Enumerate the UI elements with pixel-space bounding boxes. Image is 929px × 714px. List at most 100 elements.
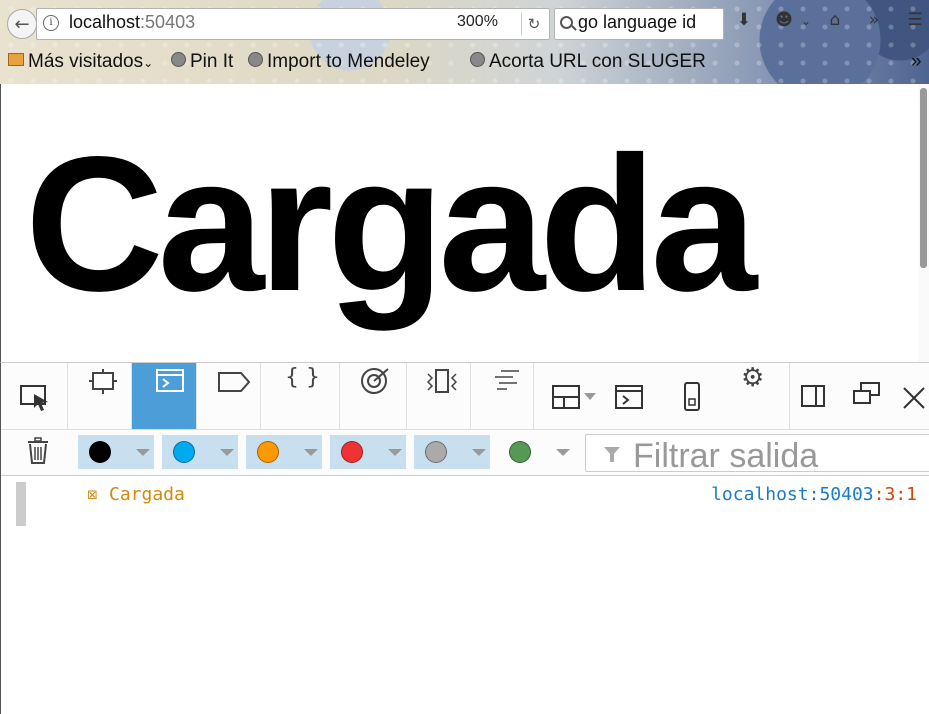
bookmarks-bar: Más visitados⌄ Pin It Import to Mendeley… xyxy=(0,48,929,78)
console-filter-bar: Filtrar salida xyxy=(1,430,929,476)
filter-css-toggle[interactable] xyxy=(498,435,574,469)
warning-icon: ⊠ xyxy=(87,488,98,503)
tab-style-editor[interactable]: { } xyxy=(261,363,340,429)
info-icon[interactable]: i xyxy=(43,15,59,31)
filter-info-toggle[interactable] xyxy=(246,435,322,469)
bookmark-label: Acorta URL con SLUGER xyxy=(489,51,706,72)
scroll-thumb[interactable] xyxy=(920,88,927,268)
chevron-down-icon xyxy=(136,449,150,456)
search-icon xyxy=(560,16,573,29)
tab-console[interactable] xyxy=(132,363,197,429)
braces-icon: { } xyxy=(285,365,320,390)
chevron-down-icon: ⌄ xyxy=(143,56,154,70)
tab-debugger[interactable] xyxy=(197,363,261,429)
responsive-icon xyxy=(684,382,700,411)
filter-errors-toggle[interactable] xyxy=(78,435,154,469)
memory-icon xyxy=(427,369,457,393)
overflow-icon[interactable]: » xyxy=(862,10,886,30)
page-heading: Cargada xyxy=(25,116,757,331)
filter-output-input[interactable]: Filtrar salida xyxy=(585,434,929,475)
element-picker-button[interactable] xyxy=(1,363,68,429)
level-dot xyxy=(257,441,279,463)
filter-logs-toggle[interactable] xyxy=(330,435,406,469)
bookmark-import-to-mendeley[interactable]: Import to Mendeley xyxy=(248,51,430,73)
folder-icon xyxy=(8,53,24,66)
globe-icon xyxy=(171,52,186,67)
page-scrollbar[interactable] xyxy=(918,84,929,362)
performance-icon xyxy=(361,368,389,394)
devtools-panel: { } ⚙ Filtrar salida ⊠ Cargada localhost… xyxy=(0,362,929,714)
bookmark-label: Pin It xyxy=(190,51,234,72)
filter-debug-toggle[interactable] xyxy=(414,435,490,469)
element-picker-icon xyxy=(20,385,48,411)
tab-memory[interactable] xyxy=(407,363,471,429)
download-icon[interactable]: ⬇ xyxy=(732,10,756,30)
menu-icon[interactable]: ☰ xyxy=(903,10,927,30)
level-dot xyxy=(509,441,531,463)
globe-icon xyxy=(470,52,485,67)
bookmark-mas-visitados[interactable]: Más visitados⌄ xyxy=(8,51,153,73)
filter-placeholder: Filtrar salida xyxy=(633,437,819,475)
console-icon xyxy=(156,369,184,392)
tab-performance[interactable] xyxy=(340,363,407,429)
close-icon xyxy=(903,387,925,409)
split-console-button[interactable] xyxy=(607,363,669,429)
search-bar[interactable]: go language id xyxy=(554,8,724,40)
message-text: Cargada xyxy=(109,484,185,505)
search-text[interactable]: go language id xyxy=(578,12,696,33)
back-button[interactable]: ← xyxy=(7,9,37,39)
trash-icon[interactable] xyxy=(27,437,51,465)
split-console-icon xyxy=(615,385,643,409)
url-port: :50403 xyxy=(140,12,196,32)
source-position: :3:1 xyxy=(873,484,917,505)
zoom-level[interactable]: 300% xyxy=(457,13,498,31)
home-icon[interactable]: ⌂ xyxy=(823,10,847,30)
filter-icon xyxy=(604,447,620,462)
dock-side-icon xyxy=(801,385,825,407)
level-dot xyxy=(425,441,447,463)
dock-side-button[interactable] xyxy=(796,363,834,429)
globe-icon xyxy=(248,52,263,67)
separate-window-icon xyxy=(853,382,880,404)
layout-toggle-button[interactable] xyxy=(534,363,606,429)
tab-inspector[interactable] xyxy=(68,363,132,429)
back-arrow-icon: ← xyxy=(14,13,30,35)
inspector-icon xyxy=(89,369,117,394)
settings-button[interactable]: ⚙ xyxy=(731,363,790,429)
level-dot xyxy=(341,441,363,463)
source-host: localhost:50403 xyxy=(711,484,874,505)
responsive-mode-button[interactable] xyxy=(670,363,730,429)
tab-network[interactable] xyxy=(471,363,534,429)
bookmark-pin-it[interactable]: Pin It xyxy=(171,51,233,73)
bookmark-acorta-url[interactable]: Acorta URL con SLUGER xyxy=(470,51,706,73)
network-icon xyxy=(495,370,519,390)
chevron-down-icon xyxy=(304,449,318,456)
devtools-toolbar: { } ⚙ xyxy=(1,363,929,430)
url-text[interactable]: localhost:50403 xyxy=(69,12,195,33)
close-devtools-button[interactable] xyxy=(897,363,929,429)
reload-icon[interactable]: ↻ xyxy=(521,13,546,35)
message-source-link[interactable]: localhost:50403:3:1 xyxy=(711,484,917,505)
url-bar[interactable]: i localhost:50403 300% ↻ xyxy=(36,8,550,40)
chevron-down-icon[interactable]: ⌄ xyxy=(794,14,818,28)
chevron-down-icon xyxy=(220,449,234,456)
level-dot xyxy=(89,441,111,463)
filter-warnings-toggle[interactable] xyxy=(162,435,238,469)
extension-icon[interactable]: ☻ xyxy=(772,10,796,30)
gear-icon: ⚙ xyxy=(741,363,765,393)
level-dot xyxy=(173,441,195,463)
debugger-icon xyxy=(218,372,251,392)
console-output: ⊠ Cargada localhost:50403:3:1 xyxy=(1,476,929,714)
chevron-down-icon xyxy=(472,449,486,456)
message-gutter xyxy=(16,482,26,526)
bookmark-label: Import to Mendeley xyxy=(267,51,430,72)
page-content: Cargada xyxy=(0,84,919,362)
url-host: localhost xyxy=(69,12,141,32)
layout-icon xyxy=(552,385,596,409)
navigation-bar: ← i localhost:50403 300% ↻ go language i… xyxy=(0,0,929,45)
bookmark-label: Más visitados xyxy=(28,51,144,72)
bookmarks-overflow-button[interactable]: » xyxy=(911,51,922,73)
separate-window-button[interactable] xyxy=(848,363,884,429)
chevron-down-icon xyxy=(556,449,570,456)
chevron-down-icon xyxy=(388,449,402,456)
